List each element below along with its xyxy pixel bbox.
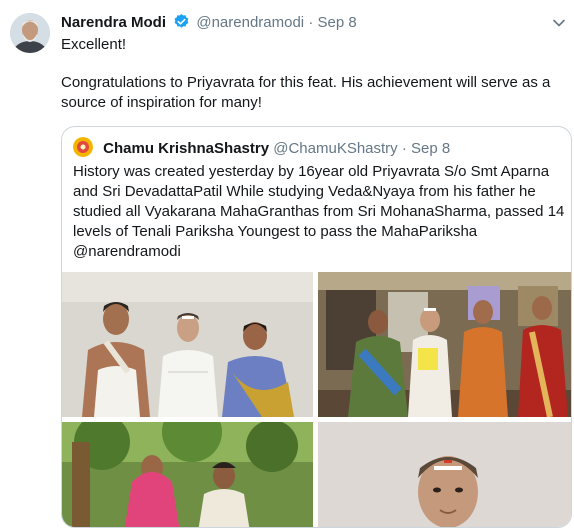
quoted-tweet-header: Chamu KrishnaShastry @ChamuKShastry · Se… — [73, 137, 450, 159]
photo-3[interactable] — [62, 422, 313, 527]
quoted-tweet-text: History was created yesterday by 16year … — [73, 162, 565, 262]
photo-4[interactable] — [318, 422, 571, 527]
quoted-author-avatar[interactable] — [73, 137, 93, 157]
author-avatar[interactable] — [10, 13, 50, 53]
tweet-header: Narendra Modi @narendramodi · Sep 8 — [61, 13, 357, 36]
tweet-text-line-1: Excellent! — [61, 36, 127, 53]
author-name[interactable]: Narendra Modi — [61, 14, 166, 31]
separator-dot: · — [308, 14, 314, 31]
author-handle[interactable]: @narendramodi — [196, 14, 304, 31]
quoted-mention-link[interactable]: @narendramodi — [73, 242, 565, 262]
tweet-date[interactable]: Sep 8 — [318, 14, 357, 31]
quoted-tweet-date[interactable]: Sep 8 — [411, 140, 450, 157]
tweet-text-line-2: Congratulations to Priyavrata for this f… — [61, 74, 551, 91]
media-grid — [62, 272, 571, 527]
quoted-text-line: studied all Vyakarana MahaGranthas from … — [73, 203, 565, 220]
quoted-text-line: and Sri DevadattaPatil While studying Ve… — [73, 183, 536, 200]
photo-1[interactable] — [62, 272, 313, 417]
quoted-author-name[interactable]: Chamu KrishnaShastry — [103, 140, 269, 157]
tweet: Narendra Modi @narendramodi · Sep 8 Exce… — [0, 0, 574, 528]
quoted-author-handle[interactable]: @ChamuKShastry — [273, 140, 397, 157]
verified-badge-icon — [173, 13, 190, 36]
chevron-down-icon[interactable] — [552, 16, 566, 30]
quoted-separator-dot: · — [401, 140, 407, 157]
quoted-tweet[interactable]: Chamu KrishnaShastry @ChamuKShastry · Se… — [61, 126, 572, 528]
quoted-text-line: levels of Tenali Pariksha Youngest to pa… — [73, 223, 478, 240]
quoted-text-line: History was created yesterday by 16year … — [73, 163, 550, 180]
photo-2[interactable] — [318, 272, 571, 417]
tweet-text-line-3: source of inspiration for many! — [61, 94, 262, 111]
